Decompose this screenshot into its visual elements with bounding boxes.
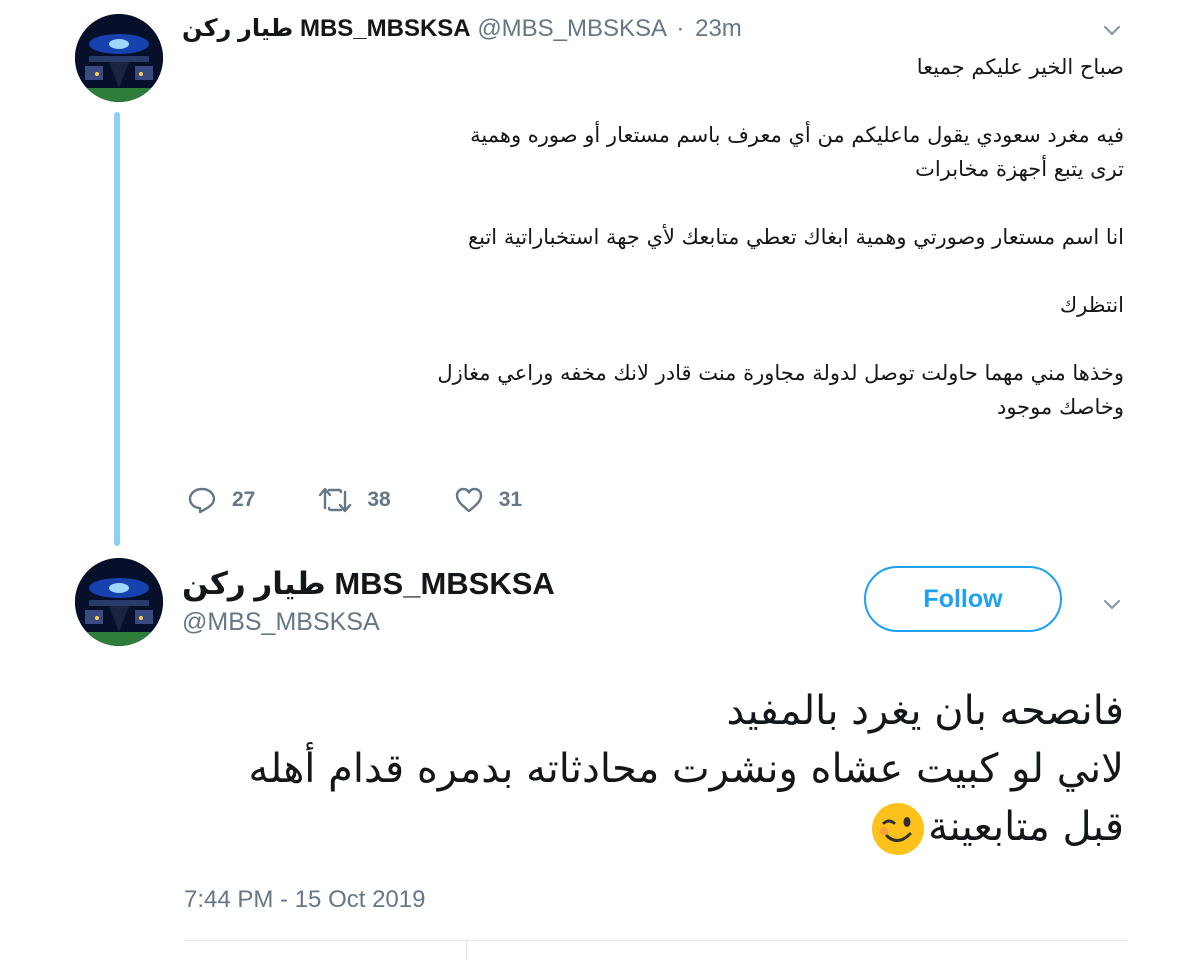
separator: · [676, 15, 685, 42]
tweet-line: انتظرك [1059, 293, 1124, 317]
retweet-count: 38 [367, 488, 391, 511]
tweet-actions: 27 38 31 [186, 484, 584, 516]
retweet-icon [319, 487, 352, 513]
tweet-paragraph: فيه مغرد سعودي يقول ماعليكم من أي معرف ب… [364, 118, 1124, 186]
tweet-line: ترى يتبع أجهزة مخابرات [915, 157, 1124, 181]
display-name[interactable]: طيار ركن MBS_MBSKSA [182, 566, 555, 602]
tweet-paragraph: وخذها مني مهما حاولت توصل لدولة مجاورة م… [364, 356, 1124, 424]
display-name[interactable]: طيار ركن MBS_MBSKSA [182, 15, 471, 42]
tweet-line: وخاصك موجود [996, 395, 1124, 419]
tweet-line: صباح الخير عليكم جميعا [916, 55, 1124, 79]
winking-face-icon [870, 801, 926, 857]
reply-icon [188, 487, 216, 514]
tweet-line: لاني لو كبيت عشاه ونشرت محادثاته بدمره ق… [248, 746, 1125, 792]
like-button[interactable]: 31 [453, 484, 522, 516]
tweet-text: صباح الخير عليكم جميعا فيه مغرد سعودي يق… [364, 50, 1124, 424]
tweet-line-with-emoji: قبل متابعينة [144, 798, 1124, 857]
retweet-button[interactable]: 38 [317, 484, 391, 516]
tweet-text: فانصحه بان يغرد بالمفيد لاني لو كبيت عشا… [144, 682, 1124, 857]
heart-icon [455, 487, 482, 513]
chevron-down-icon[interactable] [1100, 592, 1124, 616]
tweet-header: طيار ركن MBS_MBSKSA @MBS_MBSKSA · 23m [182, 14, 742, 43]
divider [466, 940, 467, 960]
reply-count: 27 [232, 488, 256, 511]
avatar[interactable] [75, 14, 163, 102]
tweet-line: انا اسم مستعار وصورتي وهمية ابغاك تعطي م… [467, 225, 1124, 249]
like-count: 31 [498, 488, 523, 511]
tweet-timestamp[interactable]: 7:44 PM - 15 Oct 2019 [184, 886, 425, 914]
tweet-line: فيه مغرد سعودي يقول ماعليكم من أي معرف ب… [470, 123, 1124, 147]
reply-button[interactable]: 27 [186, 484, 255, 516]
tweet-line: فانصحه بان يغرد بالمفيد [726, 688, 1124, 734]
tweet-paragraph: صباح الخير عليكم جميعا [364, 50, 1124, 84]
avatar[interactable] [75, 558, 163, 646]
divider [184, 940, 1128, 941]
user-handle[interactable]: @MBS_MBSKSA [477, 15, 665, 42]
tweet-time[interactable]: 23m [695, 15, 742, 42]
follow-button[interactable]: Follow [864, 566, 1062, 632]
user-handle[interactable]: @MBS_MBSKSA [182, 608, 380, 637]
tweet-paragraph: انتظرك [364, 288, 1124, 322]
tweet-line: قبل متابعينة [928, 804, 1124, 850]
tweet-paragraph: انا اسم مستعار وصورتي وهمية ابغاك تعطي م… [364, 220, 1124, 254]
thread-line [114, 112, 120, 546]
chevron-down-icon[interactable] [1100, 18, 1124, 42]
tweet-line: وخذها مني مهما حاولت توصل لدولة مجاورة م… [437, 361, 1124, 385]
